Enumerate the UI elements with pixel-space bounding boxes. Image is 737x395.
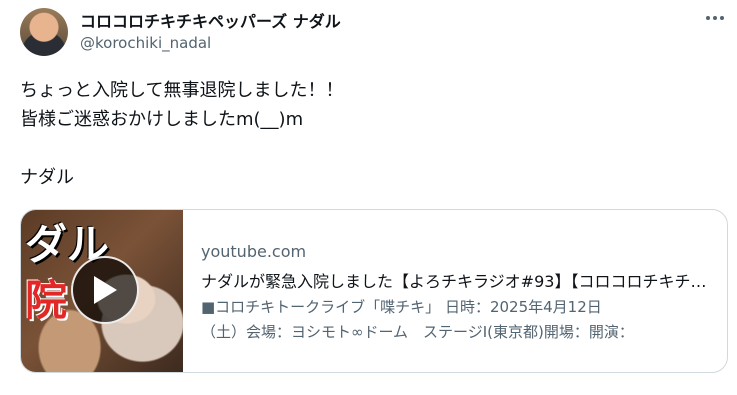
card-title: ナダルが緊急入院しました【よろチキラジオ#93】【コロコロチキチキペッパーズ】 (201, 272, 709, 291)
more-horizontal-icon-dot (713, 16, 717, 20)
card-body: youtube.com ナダルが緊急入院しました【よろチキラジオ#93】【コロコ… (201, 210, 713, 372)
more-horizontal-icon-dot (720, 16, 724, 20)
tweet-text: ちょっと入院して無事退院しました！！ 皆様ご迷惑おかけしましたm(__)m ナダ… (20, 80, 344, 188)
more-horizontal-icon (706, 16, 710, 20)
author-display-name[interactable]: コロコロチキチキペッパーズ ナダル (80, 8, 341, 32)
card-description-line-2: （土）会場：ヨシモト∞ドーム ステージⅠ(東京都)開場：開演： (201, 323, 634, 341)
card-domain: youtube.com (201, 242, 307, 261)
play-button[interactable] (71, 256, 139, 324)
thumbnail-caption-bottom: 院 (25, 276, 68, 325)
card-description: ■コロチキトークライブ「喋チキ」 日時：2025年4月12日 （土）会場：ヨシモ… (201, 295, 709, 345)
author-avatar[interactable] (20, 8, 68, 56)
link-preview-card[interactable]: ダル 院 youtube.com ナダルが緊急入院しました【よろチキラジオ#93… (20, 209, 728, 373)
more-options-button[interactable] (700, 8, 730, 28)
video-thumbnail[interactable]: ダル 院 (21, 210, 183, 372)
card-description-line-1: ■コロチキトークライブ「喋チキ」 日時：2025年4月12日 (201, 298, 602, 316)
author-handle[interactable]: @korochiki_nadal (80, 34, 211, 52)
play-icon (94, 276, 117, 304)
